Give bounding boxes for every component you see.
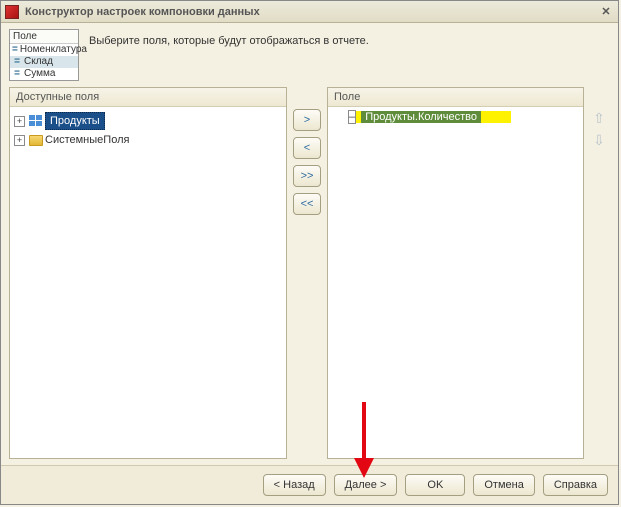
collapse-icon[interactable]: – xyxy=(348,110,356,124)
ok-button[interactable]: OK xyxy=(405,474,465,496)
selected-item-row[interactable]: – Продукты.Количество xyxy=(330,111,581,123)
selected-fields-body[interactable]: – Продукты.Количество xyxy=(328,107,583,458)
move-up-button[interactable]: ⇧ xyxy=(590,109,608,127)
app-icon xyxy=(5,5,19,19)
close-icon[interactable]: ✕ xyxy=(598,4,614,20)
field-preview-box: Поле =Номенклатура =Склад =Сумма xyxy=(9,29,79,81)
tree-item-products[interactable]: + Продукты xyxy=(12,111,284,131)
next-button[interactable]: Далее > xyxy=(334,474,398,496)
field-preview-header: Поле xyxy=(10,30,78,44)
expand-icon[interactable]: + xyxy=(14,116,25,127)
folder-icon xyxy=(29,135,43,146)
remove-button[interactable]: < xyxy=(293,137,321,159)
tree-item-system-fields[interactable]: + СистемныеПоля xyxy=(12,131,284,149)
transfer-buttons: > < >> << xyxy=(293,87,321,459)
instruction-text: Выберите поля, которые будут отображатьс… xyxy=(89,29,369,47)
field-preview-row: =Склад xyxy=(10,56,78,68)
move-down-button[interactable]: ⇩ xyxy=(590,131,608,149)
remove-all-button[interactable]: << xyxy=(293,193,321,215)
titlebar: Конструктор настроек компоновки данных ✕ xyxy=(1,1,618,23)
add-button[interactable]: > xyxy=(293,109,321,131)
tree-item-label: Продукты xyxy=(45,112,105,130)
expand-icon[interactable]: + xyxy=(14,135,25,146)
field-preview-row: =Сумма xyxy=(10,68,78,80)
available-fields-body[interactable]: + Продукты + СистемныеПоля xyxy=(10,107,286,458)
tree-item-label: СистемныеПоля xyxy=(45,132,129,148)
footer-buttons: < Назад Далее > OK Отмена Справка xyxy=(1,465,618,504)
selected-item-label: Продукты.Количество xyxy=(361,111,481,123)
available-fields-header: Доступные поля xyxy=(10,88,286,107)
available-fields-panel: Доступные поля + Продукты + СистемныеПол… xyxy=(9,87,287,459)
cancel-button[interactable]: Отмена xyxy=(473,474,534,496)
window-title: Конструктор настроек компоновки данных xyxy=(25,6,592,18)
highlight-annotation: – Продукты.Количество xyxy=(348,111,511,123)
equals-icon: = xyxy=(12,44,18,56)
table-icon xyxy=(29,115,43,127)
equals-icon: = xyxy=(12,68,22,80)
selected-fields-panel: Поле – Продукты.Количество xyxy=(327,87,584,459)
equals-icon: = xyxy=(12,56,22,68)
order-buttons: ⇧ ⇩ xyxy=(590,87,610,459)
add-all-button[interactable]: >> xyxy=(293,165,321,187)
help-button[interactable]: Справка xyxy=(543,474,608,496)
field-preview-row: =Номенклатура xyxy=(10,44,78,56)
selected-fields-header: Поле xyxy=(328,88,583,107)
back-button[interactable]: < Назад xyxy=(263,474,326,496)
